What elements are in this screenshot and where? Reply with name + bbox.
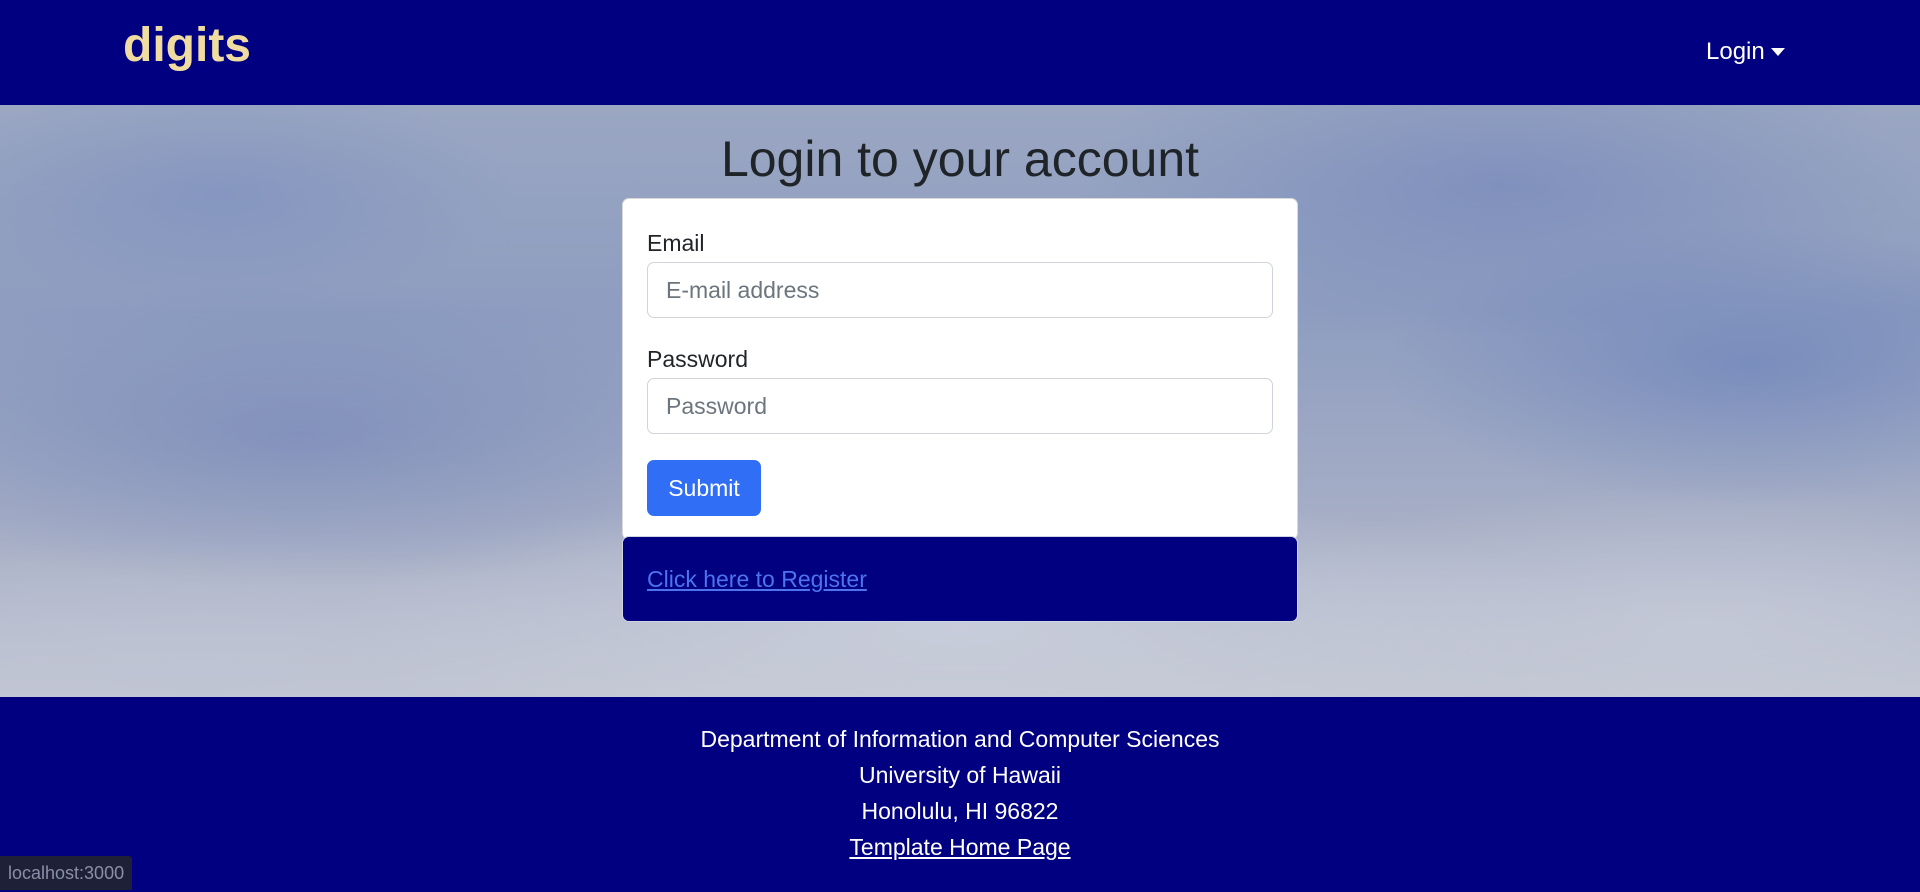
password-input[interactable]	[647, 378, 1273, 434]
login-dropdown-label: Login	[1706, 38, 1765, 65]
footer-address: Honolulu, HI 96822	[861, 798, 1059, 824]
password-label: Password	[647, 346, 748, 372]
footer-department: Department of Information and Computer S…	[700, 726, 1220, 752]
login-form-card: Email Password Submit	[622, 198, 1298, 540]
register-link[interactable]: Click here to Register	[647, 564, 867, 594]
login-page-main: Login to your account Email Password Sub…	[0, 105, 1920, 697]
footer-link-row: Template Home Page	[0, 832, 1920, 862]
submit-button[interactable]: Submit	[647, 460, 761, 516]
register-message-box: Click here to Register	[622, 536, 1298, 622]
login-dropdown-toggle[interactable]: Login	[1706, 36, 1785, 68]
page-title: Login to your account	[720, 131, 1200, 187]
email-label: Email	[647, 230, 705, 256]
top-navbar: digits Login	[0, 0, 1920, 105]
footer: Department of Information and Computer S…	[0, 697, 1920, 892]
email-input[interactable]	[647, 262, 1273, 318]
footer-university: University of Hawaii	[859, 762, 1061, 788]
brand-logo-link[interactable]: digits	[123, 14, 251, 78]
caret-down-icon	[1770, 48, 1785, 56]
template-home-page-link[interactable]: Template Home Page	[849, 834, 1070, 860]
browser-status-url: localhost:3000	[0, 856, 133, 890]
